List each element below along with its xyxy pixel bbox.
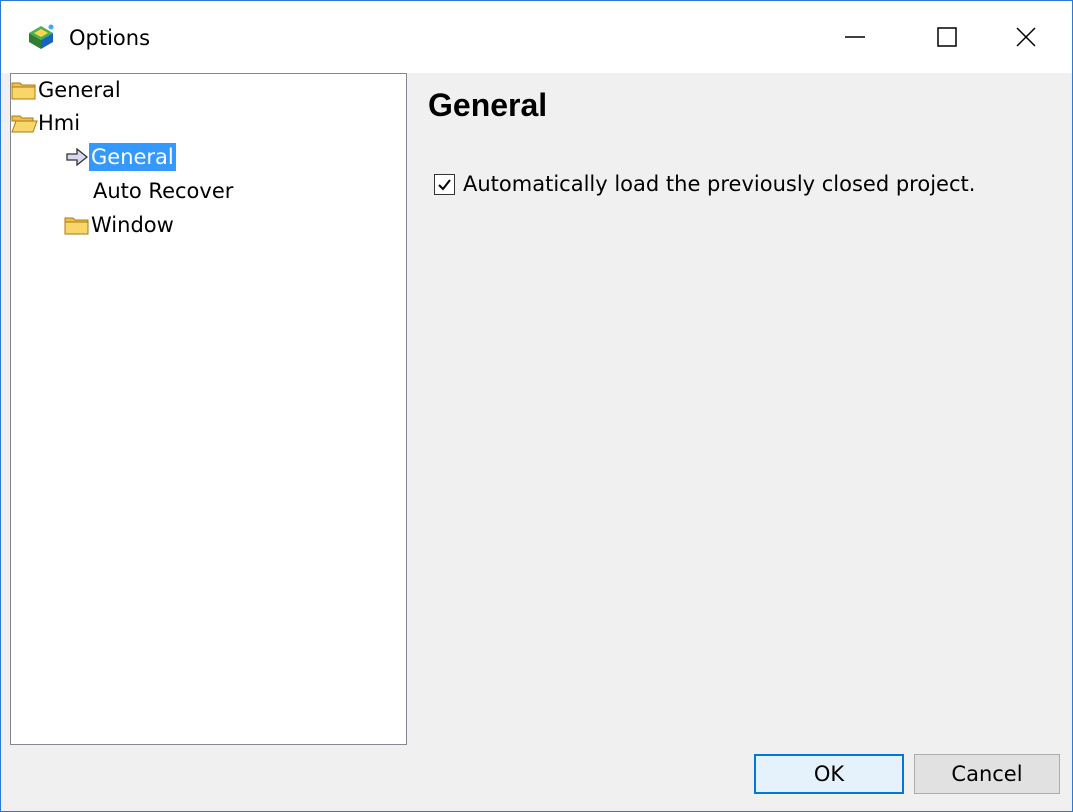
arrow-right-icon — [66, 148, 88, 166]
title-bar: Options — [1, 1, 1072, 73]
folder-closed-icon — [11, 82, 36, 100]
app-icon — [29, 24, 54, 49]
tree-item-label: Hmi — [38, 111, 81, 135]
auto-load-label: Automatically load the previously closed… — [463, 172, 976, 196]
close-button[interactable] — [980, 1, 1072, 73]
options-tree[interactable]: General Hmi General Auto Recover Window — [10, 73, 407, 745]
maximize-icon — [937, 27, 957, 47]
minimize-button[interactable] — [809, 1, 901, 73]
cancel-button[interactable]: Cancel — [914, 754, 1060, 794]
tree-item-hmi-general[interactable]: General — [66, 142, 176, 172]
minimize-icon — [845, 36, 865, 38]
auto-load-checkbox[interactable] — [434, 173, 455, 195]
auto-load-option[interactable]: Automatically load the previously closed… — [434, 170, 975, 198]
page-title: General — [428, 87, 548, 123]
settings-content: General Automatically load the previousl… — [412, 73, 1072, 743]
tree-item-label: Auto Recover — [93, 179, 234, 203]
folder-closed-icon — [64, 217, 89, 235]
ok-button[interactable]: OK — [754, 754, 904, 794]
tree-item-general[interactable]: General — [11, 75, 121, 105]
window-title: Options — [69, 26, 151, 50]
tree-item-label: Window — [91, 213, 174, 237]
options-dialog: Options General Hmi General Auto Recover… — [0, 0, 1073, 812]
tree-item-window[interactable]: Window — [64, 210, 174, 240]
tree-item-auto-recover[interactable]: Auto Recover — [93, 176, 233, 206]
tree-item-label: General — [38, 78, 121, 102]
close-icon — [1016, 27, 1036, 47]
folder-open-icon — [11, 115, 38, 133]
tree-item-hmi[interactable]: Hmi — [11, 108, 80, 138]
checkmark-icon — [438, 178, 451, 191]
tree-item-label: General — [89, 143, 176, 171]
